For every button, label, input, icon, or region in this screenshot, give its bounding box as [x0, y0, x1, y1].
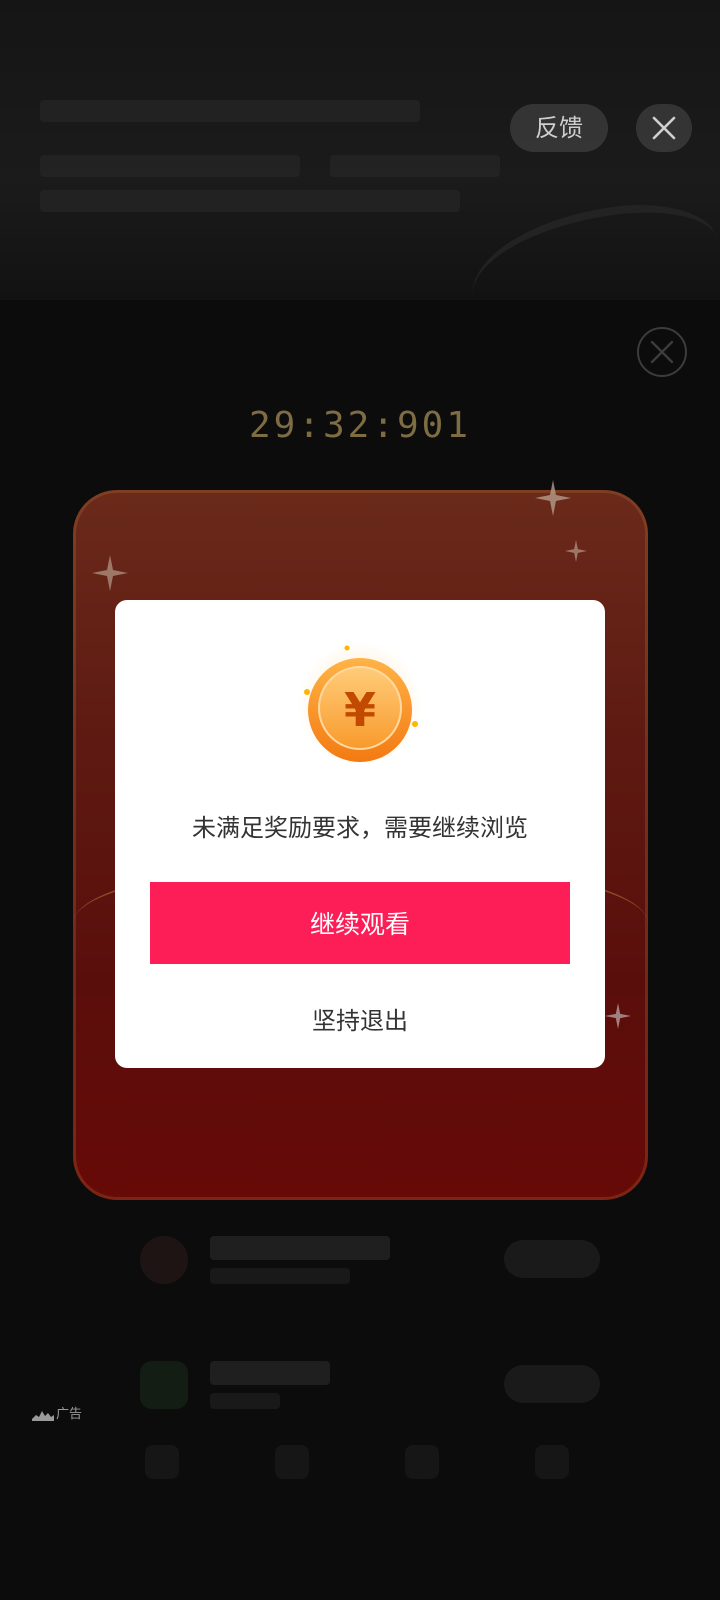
list-item-title	[210, 1236, 390, 1260]
list-item	[140, 1355, 600, 1415]
list-item-title	[210, 1361, 330, 1385]
list-item-button	[504, 1365, 600, 1403]
ad-logo-icon	[32, 1410, 54, 1421]
reward-dialog: ¥ 未满足奖励要求，需要继续浏览 继续观看 坚持退出	[115, 600, 605, 1068]
sparkle-icon	[535, 480, 571, 516]
background-text	[40, 100, 420, 122]
coin-graphic: ¥	[298, 642, 422, 766]
list-item	[140, 1230, 600, 1290]
background-nav-icon	[275, 1445, 309, 1479]
background-nav-icon	[405, 1445, 439, 1479]
feedback-button[interactable]: 反馈	[510, 104, 608, 152]
ad-label: 广告	[32, 1403, 82, 1427]
ad-label-text: 广告	[56, 1407, 83, 1422]
app-icon	[140, 1236, 188, 1284]
background-text	[330, 155, 500, 177]
sparkle-icon	[565, 540, 587, 562]
list-item-button	[504, 1240, 600, 1278]
list-item-subtitle	[210, 1393, 280, 1409]
continue-watching-button[interactable]: 继续观看	[150, 882, 570, 964]
dialog-message: 未满足奖励要求，需要继续浏览	[192, 814, 528, 842]
coin-icon: ¥	[295, 642, 425, 772]
background-nav-icon	[535, 1445, 569, 1479]
background-text	[40, 190, 460, 212]
close-icon	[652, 116, 676, 140]
envelope-close-button[interactable]	[637, 327, 687, 377]
close-icon	[650, 340, 674, 364]
exit-anyway-button[interactable]: 坚持退出	[260, 990, 460, 1046]
sparkle-icon	[92, 555, 128, 591]
countdown-timer: 29:32:901	[248, 405, 472, 446]
coin-symbol: ¥	[344, 683, 376, 737]
background-text	[40, 155, 300, 177]
background-nav-icon	[145, 1445, 179, 1479]
list-item-subtitle	[210, 1268, 350, 1284]
screen: 反馈 29:32:901 广告 ¥ 未满足奖励要求，需要继续浏览 继续观看 坚持…	[0, 0, 720, 1600]
close-ad-button[interactable]	[636, 104, 692, 152]
app-icon	[140, 1361, 188, 1409]
sparkle-icon	[605, 1003, 631, 1029]
